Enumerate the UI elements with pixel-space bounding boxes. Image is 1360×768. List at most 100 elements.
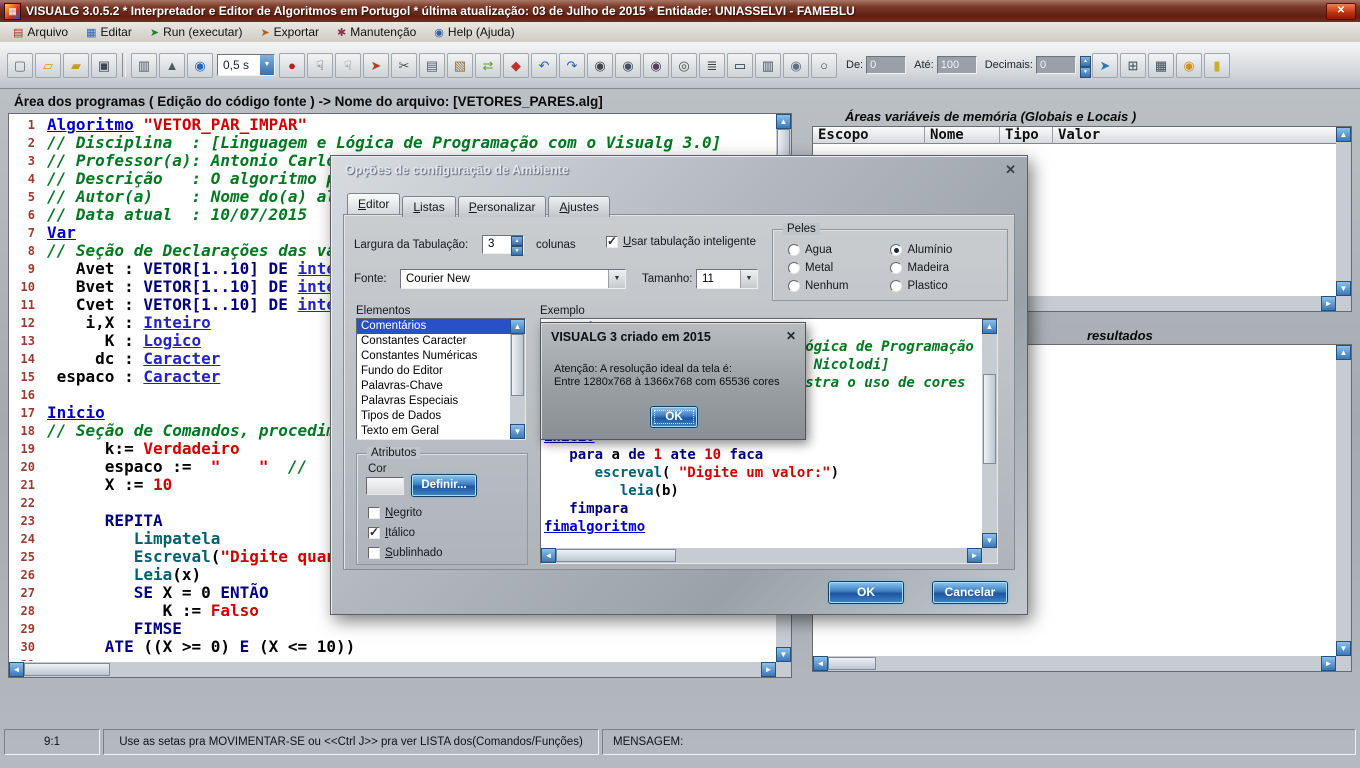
spin-down-icon[interactable]: ▼ bbox=[511, 246, 523, 256]
tab-width-spinner[interactable]: 3 ▲ ▼ bbox=[482, 235, 524, 256]
elementos-listbox[interactable]: Comentários Constantes Caracter Constantes… bbox=[356, 318, 526, 440]
find-next-button[interactable]: ◉ bbox=[615, 52, 641, 78]
smart-tab-checkbox[interactable]: Usar tabulação inteligente bbox=[606, 234, 756, 248]
dialog-cancel-button[interactable]: Cancelar bbox=[933, 582, 1007, 603]
scroll-up-icon[interactable]: ▲ bbox=[510, 319, 525, 334]
tamanho-combobox[interactable]: 11 ▼ bbox=[696, 269, 758, 289]
sublinhado-checkbox[interactable]: Sublinhado bbox=[368, 547, 443, 559]
message-close-button[interactable]: ✕ bbox=[786, 329, 796, 343]
results-horizontal-scrollbar[interactable]: ◄ ► bbox=[813, 656, 1336, 671]
tab-personalizar[interactable]: Personalizar bbox=[457, 196, 547, 217]
spin-up-icon[interactable]: ▲ bbox=[1080, 56, 1091, 67]
spinner-arrows[interactable]: ▲ ▼ bbox=[511, 236, 523, 256]
decimais-input[interactable] bbox=[1036, 56, 1076, 74]
close-button[interactable]: ✕ bbox=[1326, 3, 1356, 20]
scroll-thumb[interactable] bbox=[24, 663, 110, 676]
scroll-down-icon[interactable]: ▼ bbox=[982, 533, 997, 548]
menu-item-exportar[interactable]: ➤ Exportar bbox=[251, 24, 328, 40]
scroll-thumb[interactable] bbox=[511, 334, 524, 396]
dropdown-arrow-icon[interactable]: ▼ bbox=[608, 270, 625, 288]
run-to-line-button[interactable]: ➤ bbox=[363, 52, 389, 78]
step-run-button[interactable]: ☟ bbox=[307, 52, 333, 78]
copy-button[interactable]: ▤ bbox=[419, 52, 445, 78]
zoom-page-button[interactable]: ◉ bbox=[783, 52, 809, 78]
scroll-up-icon[interactable]: ▲ bbox=[1336, 127, 1351, 142]
scroll-track[interactable] bbox=[24, 662, 761, 677]
elementos-item[interactable]: Fundo do Editor bbox=[357, 364, 510, 379]
dropdown-arrow-icon[interactable]: ▼ bbox=[740, 270, 757, 288]
message-ok-button[interactable]: OK bbox=[651, 407, 697, 427]
menu-item-arquivo[interactable]: ▤ Arquivo bbox=[4, 24, 77, 40]
replace-button[interactable]: ◎ bbox=[671, 52, 697, 78]
scroll-left-icon[interactable]: ◄ bbox=[9, 662, 24, 677]
redo-button[interactable]: ↷ bbox=[559, 52, 585, 78]
negrito-checkbox[interactable]: Negrito bbox=[368, 507, 422, 519]
scroll-left-icon[interactable]: ◄ bbox=[813, 656, 828, 671]
pele-option-metal[interactable]: Metal bbox=[788, 259, 848, 277]
scroll-right-icon[interactable]: ► bbox=[1321, 296, 1336, 311]
menu-item-help[interactable]: ◉ Help (Ajuda) bbox=[425, 24, 523, 40]
scroll-right-icon[interactable]: ► bbox=[967, 548, 982, 563]
column-header-escopo[interactable]: Escopo bbox=[813, 127, 925, 144]
elementos-item[interactable]: Palavras-Chave bbox=[357, 379, 510, 394]
highlight-marker-button[interactable]: ◆ bbox=[503, 52, 529, 78]
tab-ajustes[interactable]: Ajustes bbox=[548, 196, 610, 217]
decimais-spinner[interactable]: ▲ ▼ bbox=[1080, 56, 1091, 78]
scroll-up-icon[interactable]: ▲ bbox=[982, 319, 997, 334]
elementos-item[interactable]: Texto em Geral bbox=[357, 424, 510, 439]
help-online-button[interactable]: ◉ bbox=[1176, 52, 1202, 78]
tab-listas[interactable]: Listas bbox=[402, 196, 456, 217]
pele-option-alumínio[interactable]: Alumínio bbox=[890, 241, 952, 259]
elementos-item[interactable]: Comentários bbox=[357, 319, 510, 334]
spin-down-icon[interactable]: ▼ bbox=[1080, 67, 1091, 78]
find-button[interactable]: ◉ bbox=[587, 52, 613, 78]
undo-button[interactable]: ↶ bbox=[531, 52, 557, 78]
scroll-thumb[interactable] bbox=[983, 374, 996, 464]
pele-option-plastico[interactable]: Plastico bbox=[890, 277, 952, 295]
spin-up-icon[interactable]: ▲ bbox=[511, 236, 523, 246]
multi-step-run-button[interactable]: ☟ bbox=[335, 52, 361, 78]
menu-item-manutencao[interactable]: ✱ Manutenção bbox=[328, 24, 425, 40]
eject-button[interactable]: ▲ bbox=[159, 52, 185, 78]
dialog-ok-button[interactable]: OK bbox=[829, 582, 903, 603]
scroll-track[interactable] bbox=[1336, 360, 1351, 641]
dialog-close-button[interactable]: ✕ bbox=[1005, 162, 1016, 178]
web-update-button[interactable]: ◉ bbox=[187, 52, 213, 78]
column-header-nome[interactable]: Nome bbox=[925, 127, 1000, 144]
definir-button[interactable]: Definir... bbox=[412, 475, 476, 496]
dos-console-button[interactable]: ▭ bbox=[727, 52, 753, 78]
scroll-track[interactable] bbox=[510, 334, 525, 424]
column-header-tipo[interactable]: Tipo bbox=[1000, 127, 1053, 144]
indent-block-button[interactable]: ≣ bbox=[699, 52, 725, 78]
checkbox-checked-icon[interactable] bbox=[606, 234, 618, 248]
print-code-button[interactable]: ▥ bbox=[755, 52, 781, 78]
column-header-valor[interactable]: Valor bbox=[1053, 127, 1336, 144]
scroll-thumb[interactable] bbox=[556, 549, 676, 562]
menu-item-editar[interactable]: ▦ Editar bbox=[77, 24, 141, 40]
search-values-button[interactable]: ○ bbox=[811, 52, 837, 78]
preview-horizontal-scrollbar[interactable]: ◄ ► bbox=[541, 548, 982, 563]
calculator-button[interactable]: ⊞ bbox=[1120, 52, 1146, 78]
swap-colors-button[interactable]: ⇄ bbox=[475, 52, 501, 78]
scroll-up-icon[interactable]: ▲ bbox=[776, 114, 791, 129]
find-previous-button[interactable]: ◉ bbox=[643, 52, 669, 78]
color-swatch[interactable] bbox=[366, 477, 404, 495]
paste-button[interactable]: ▧ bbox=[447, 52, 473, 78]
new-file-button[interactable]: ▢ bbox=[7, 52, 33, 78]
checkbox-unchecked-icon[interactable] bbox=[368, 547, 380, 559]
list-vertical-scrollbar[interactable]: ▲ ▼ bbox=[510, 319, 525, 439]
save-file-button[interactable]: ▣ bbox=[91, 52, 117, 78]
scroll-right-icon[interactable]: ► bbox=[1321, 656, 1336, 671]
scroll-down-icon[interactable]: ▼ bbox=[1336, 641, 1351, 656]
record-macro-button[interactable]: ● bbox=[279, 52, 305, 78]
ate-input[interactable] bbox=[936, 56, 977, 74]
save-as-button[interactable]: ▰ bbox=[63, 52, 89, 78]
scroll-track[interactable] bbox=[828, 656, 1321, 671]
scroll-track[interactable] bbox=[1336, 142, 1351, 281]
export-range-button[interactable]: ➤ bbox=[1092, 52, 1118, 78]
scroll-up-icon[interactable]: ▲ bbox=[1336, 345, 1351, 360]
elementos-item[interactable]: Palavras Especiais bbox=[357, 394, 510, 409]
scroll-track[interactable] bbox=[982, 334, 997, 533]
checkbox-checked-icon[interactable] bbox=[368, 525, 380, 539]
editor-horizontal-scrollbar[interactable]: ◄ ► bbox=[9, 662, 776, 677]
